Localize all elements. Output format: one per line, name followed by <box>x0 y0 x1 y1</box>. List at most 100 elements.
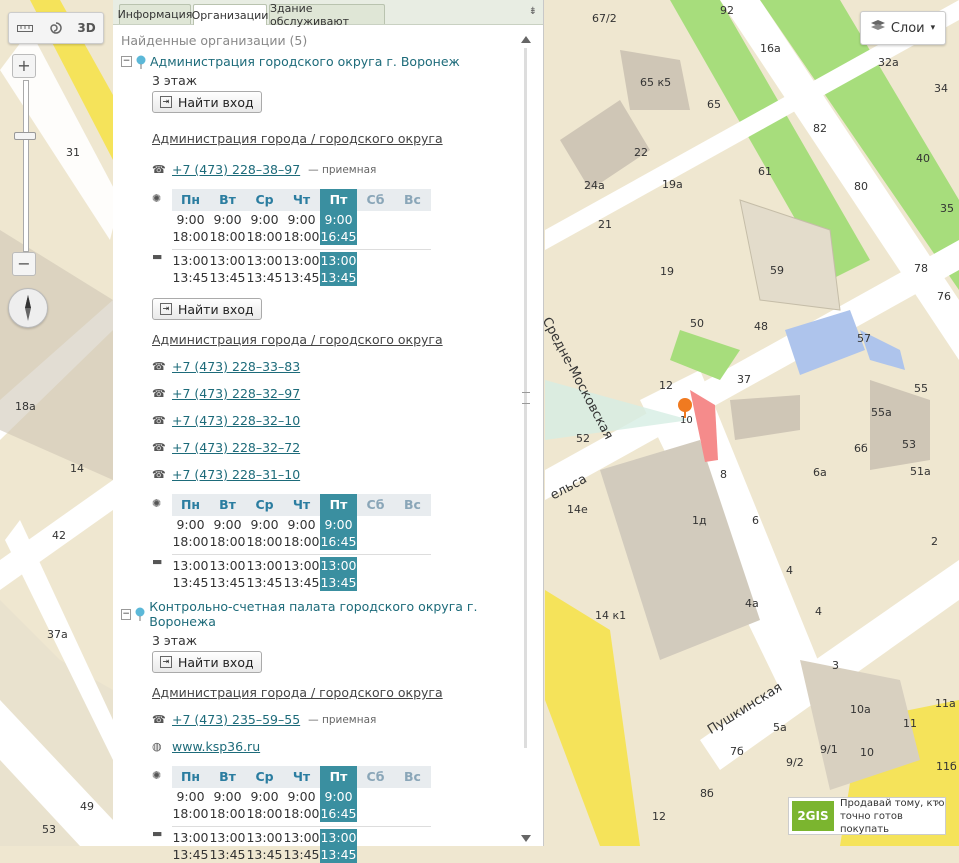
org-header[interactable]: − Контрольно-счетная палата городского о… <box>121 599 516 629</box>
tab-building-services[interactable]: Здание обслуживают <box>269 2 385 28</box>
lunch-end: 13:45 <box>172 575 209 590</box>
scroll-down-icon[interactable] <box>521 835 531 842</box>
house-number: 2 <box>931 535 938 548</box>
house-number: 22 <box>634 146 648 159</box>
find-entrance-button[interactable]: ⇥ Найти вход <box>152 651 262 673</box>
panel-scrollbar[interactable] <box>518 30 536 844</box>
lunch-start: 13:00 <box>283 253 320 268</box>
org-name[interactable]: Администрация городского округа г. Ворон… <box>150 54 460 69</box>
house-number: 4 <box>786 564 793 577</box>
house-number: 11а <box>935 697 956 710</box>
phone-icon: ☎ <box>152 163 166 176</box>
house-number: 35 <box>940 202 954 215</box>
house-number: 11 <box>903 717 917 730</box>
house-number: 16а <box>760 42 781 55</box>
tabs-menu-icon[interactable]: ⇟ <box>529 6 537 17</box>
find-entrance-button[interactable]: ⇥ Найти вход <box>152 298 262 320</box>
find-entrance-button[interactable]: ⇥ Найти вход <box>152 91 262 113</box>
scroll-up-icon[interactable] <box>521 36 531 43</box>
lunch-end: 13:45 <box>283 575 320 590</box>
hours-close: 18:00 <box>209 806 246 821</box>
house-number: 14 <box>70 462 84 475</box>
phone-link[interactable]: +7 (473) 228–32–97 <box>172 386 300 401</box>
organizations-panel: Информация Организации Здание обслуживаю… <box>113 0 544 863</box>
tab-organizations[interactable]: Организации <box>192 4 268 25</box>
phone-link[interactable]: +7 (473) 228–32–72 <box>172 440 300 455</box>
entrance-icon: ⇥ <box>160 656 172 668</box>
hours-close: 16:45 <box>320 533 357 550</box>
org-header[interactable]: − Администрация городского округа г. Вор… <box>121 54 516 69</box>
phone-row: ☎ +7 (473) 235–59–55 — приемная <box>152 706 516 733</box>
day-tue: Вт <box>209 494 246 516</box>
tab-info[interactable]: Информация <box>118 4 192 24</box>
collapse-icon[interactable]: − <box>121 608 132 620</box>
lunch-start: 13:00 <box>246 558 283 573</box>
day-mon: Пн <box>172 189 209 211</box>
compass-icon[interactable] <box>8 288 48 328</box>
layers-button[interactable]: Слои ▾ <box>860 11 946 45</box>
zoom-slider-handle[interactable] <box>14 132 36 140</box>
hours-close: 16:45 <box>320 805 357 822</box>
hours-close: 18:00 <box>246 534 283 549</box>
day-sun: Вс <box>394 189 431 211</box>
org-rubric[interactable]: Администрация города / городского округа <box>152 685 516 700</box>
3d-button[interactable]: 3D <box>71 13 102 43</box>
zoom-slider-track[interactable] <box>23 80 29 252</box>
close-icon[interactable]: ✕ <box>934 799 942 809</box>
hours-open: 9:00 <box>176 212 205 227</box>
zoom-in-button[interactable]: + <box>12 54 36 78</box>
phone-link[interactable]: +7 (473) 228–38–97 <box>172 162 300 177</box>
hours-open: 9:00 <box>320 788 357 805</box>
zoom-out-button[interactable]: − <box>12 252 36 276</box>
phone-link[interactable]: +7 (473) 228–31–10 <box>172 467 300 482</box>
house-number: 1д <box>692 514 707 527</box>
map-toolbar: 3D <box>8 12 104 44</box>
phone-link[interactable]: +7 (473) 228–32–10 <box>172 413 300 428</box>
day-wed: Ср <box>246 766 283 788</box>
org-floor: 3 этаж <box>152 73 197 88</box>
entrance-icon: ⇥ <box>160 303 172 315</box>
org-name[interactable]: Контрольно-счетная палата городского окр… <box>149 599 516 629</box>
house-number: 55 <box>914 382 928 395</box>
phone-icon: ☎ <box>152 360 166 373</box>
hours-open: 9:00 <box>287 789 316 804</box>
house-number: 57 <box>857 332 871 345</box>
collapse-icon[interactable]: − <box>121 56 132 67</box>
lunch-end: 13:45 <box>209 847 246 862</box>
org-rubric[interactable]: Администрация города / городского округа <box>152 131 516 146</box>
day-sun: Вс <box>394 494 431 516</box>
house-number: 80 <box>854 180 868 193</box>
spiral-icon[interactable] <box>40 13 71 43</box>
ad-text: точно готов покупать <box>839 810 903 835</box>
hours-open: 9:00 <box>176 517 205 532</box>
lunch-start: 13:00 <box>283 830 320 845</box>
org-rubric[interactable]: Администрация города / городского округа <box>152 332 516 347</box>
house-number: 21 <box>598 218 612 231</box>
panel-tabs: Информация Организации Здание обслуживаю… <box>113 0 543 28</box>
ad-banner[interactable]: 2GIS Продавай тому, кто точно готов поку… <box>788 797 946 835</box>
ruler-icon[interactable] <box>9 13 40 43</box>
find-entrance-label: Найти вход <box>178 94 254 110</box>
house-number: 42 <box>52 529 66 542</box>
day-thu: Чт <box>283 766 320 788</box>
scroll-grip-icon[interactable] <box>522 392 530 404</box>
hours-close: 18:00 <box>283 806 320 821</box>
phone-link[interactable]: +7 (473) 235–59–55 <box>172 712 300 727</box>
phone-link[interactable]: +7 (473) 228–33–83 <box>172 359 300 374</box>
schedule: ✺ ▬ Пн Вт Ср Чт Пт Сб Вс 9:00 9:00 9:00 … <box>152 494 516 591</box>
house-number: 65 к5 <box>640 76 672 89</box>
website-link[interactable]: www.ksp36.ru <box>172 739 260 754</box>
clock-icon: ✺ <box>152 769 162 782</box>
phone-icon: ☎ <box>152 713 166 726</box>
lunch-end: 13:45 <box>320 574 357 591</box>
hours-open: 9:00 <box>287 212 316 227</box>
schedule: ✺ ▬ Пн Вт Ср Чт Пт Сб Вс 9:00 9:00 9:00 … <box>152 189 516 286</box>
phone-row: ☎ +7 (473) 228–32–10 <box>152 407 516 434</box>
hours-close: 18:00 <box>283 229 320 244</box>
hours-close: 18:00 <box>172 534 209 549</box>
hours-open: 9:00 <box>213 789 242 804</box>
house-number: 10а <box>850 703 871 716</box>
house-number: 82 <box>813 122 827 135</box>
house-number: 48 <box>754 320 768 333</box>
find-entrance-label: Найти вход <box>178 654 254 670</box>
